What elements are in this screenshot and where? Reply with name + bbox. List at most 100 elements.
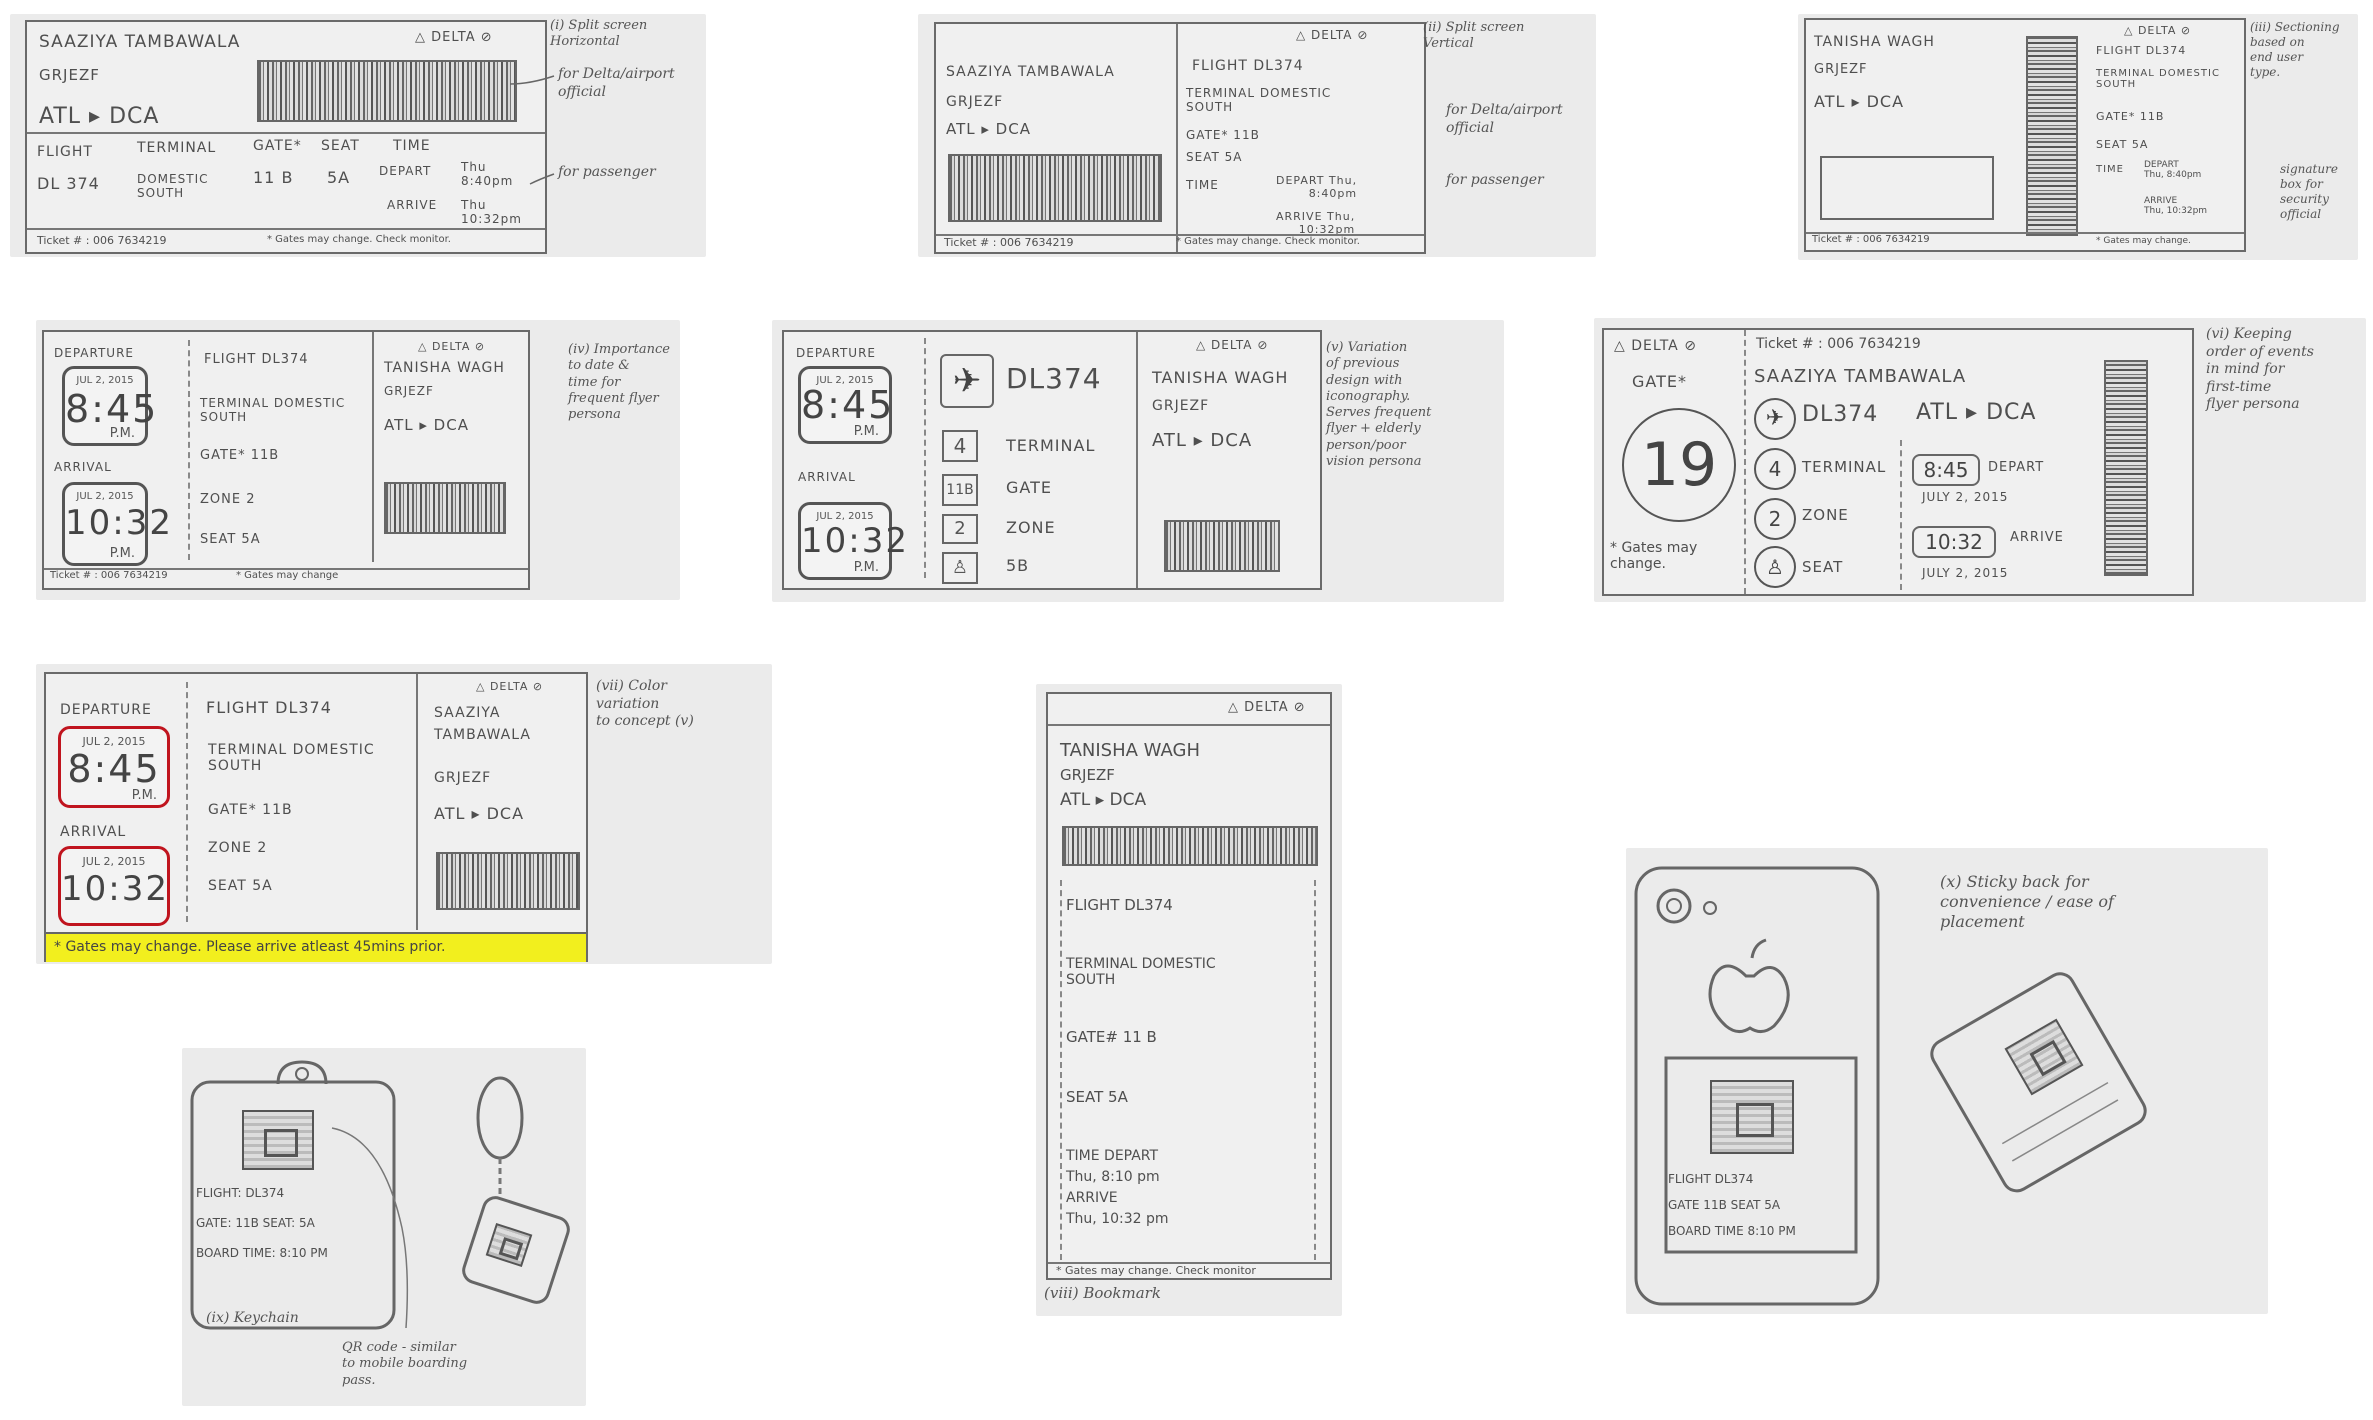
caption: (vi) Keeping order of events in mind for… (2206, 326, 2314, 412)
gate-row: GATE* 11B (200, 448, 280, 463)
gate-notice: * Gates may change. (1610, 540, 1698, 572)
departure-label: DEPARTURE (54, 346, 134, 360)
confirmation-code: GRJEZF (1152, 398, 1210, 414)
arrival-date: JUL 2, 2015 (82, 855, 146, 868)
sketch-bookmark: △ DELTA ⊘ TANISHA WAGH GRJEZF ATL ▸ DCA … (1036, 684, 1342, 1316)
caption: (ix) Keychain (206, 1310, 299, 1326)
divider (372, 332, 374, 562)
departure-pm: P.M. (109, 426, 135, 441)
delta-logo: △ DELTA ⊘ (418, 340, 486, 353)
delta-logo: △ DELTA ⊘ (1228, 700, 1306, 715)
airplane-icon: ✈ (1754, 398, 1796, 440)
passenger-name: SAAZIYA TAMBAWALA (1754, 366, 1967, 387)
ticket-number: Ticket # : 006 7634219 (944, 236, 1074, 249)
boarding-pass-card: DEPARTURE JUL 2, 2015 8:45 P.M. ARRIVAL … (782, 330, 1322, 590)
barcode (384, 482, 506, 534)
terminal-row: TERMINAL DOMESTIC SOUTH (1066, 956, 1216, 988)
flight-number: DL374 (1006, 362, 1102, 395)
arrow-lines (509, 75, 555, 185)
passenger-name: TANISHA WAGH (384, 360, 505, 376)
depart-label: DEPART (1988, 460, 2045, 475)
ticket-number: Ticket # : 006 7634219 (1756, 336, 1921, 352)
delta-logo: △ DELTA ⊘ (1296, 28, 1369, 42)
ticket-number: Ticket # : 006 7634219 (50, 570, 168, 581)
departure-date: JUL 2, 2015 (76, 375, 134, 386)
time-label: TIME (1186, 178, 1219, 192)
delta-logo: △ DELTA ⊘ (1614, 338, 1697, 354)
flight-row: FLIGHT DL374 (2096, 44, 2187, 57)
seat-icon: ♙ (942, 552, 978, 584)
divider (1136, 332, 1138, 588)
caption: (iii) Sectioning based on end user type. (2250, 20, 2340, 79)
passenger-name: TANISHA WAGH (1152, 368, 1289, 387)
bookmark-card: △ DELTA ⊘ TANISHA WAGH GRJEZF ATL ▸ DCA … (1046, 692, 1332, 1280)
sketch-split-horizontal: SAAZIYA TAMBAWALA △ DELTA ⊘ GRJEZF ATL ▸… (10, 14, 706, 257)
arrival-pm: P.M. (853, 560, 879, 575)
arrive-row: ARRIVE Thu, 10:32pm (2144, 196, 2208, 216)
divider (1900, 440, 1902, 590)
perforation-right (1314, 880, 1316, 1260)
time-label: TIME (2096, 164, 2125, 175)
boarding-pass-card: DEPARTURE JUL 2, 2015 8:45 P.M. ARRIVAL … (42, 330, 530, 590)
departure-pm: P.M. (131, 788, 157, 803)
terminal-row: TERMINAL DOMESTIC SOUTH (1186, 86, 1332, 114)
arrival-time-box: JUL 2, 2015 10:32 (58, 846, 170, 926)
departure-time: 8:45 (67, 747, 161, 791)
gate-label: GATE* (1632, 372, 1687, 391)
ticket-number: Ticket # : 006 7634219 (1812, 234, 1930, 245)
time-row: TIME DEPART Thu, 8:10 pm ARRIVE Thu, 10:… (1066, 1148, 1169, 1227)
gate-notice-banner: * Gates may change. Please arrive atleas… (46, 932, 586, 962)
flight-row: FLIGHT: DL374 (196, 1186, 285, 1200)
arrival-pm: P.M. (109, 546, 135, 561)
delta-logo: △ DELTA ⊘ (2124, 24, 2192, 37)
sketch-date-time-importance: DEPARTURE JUL 2, 2015 8:45 P.M. ARRIVAL … (36, 320, 680, 600)
route: ATL ▸ DCA (1152, 430, 1253, 451)
terminal-row: TERMINAL DOMESTIC SOUTH (200, 396, 346, 424)
confirmation-code: GRJEZF (946, 94, 1004, 110)
passenger-name: SAAZIYA TAMBAWALA (434, 705, 531, 744)
barcode (436, 852, 580, 910)
gate-notice: * Gates may change. (2096, 236, 2191, 246)
confirmation-code: GRJEZF (1060, 766, 1115, 784)
caption: (x) Sticky back for convenience / ease o… (1940, 872, 2114, 931)
boarding-pass-card: △ DELTA ⊘ GATE* 19 * Gates may change. T… (1602, 328, 2194, 596)
departure-label: DEPARTURE (796, 346, 876, 360)
seat-label: SEAT (1802, 558, 1844, 576)
flight-number: DL374 (1802, 402, 1879, 427)
gate-notice: * Gates may change (236, 570, 339, 581)
depart-time-box: 8:45 (1912, 454, 1980, 486)
divider (1176, 24, 1178, 252)
arrive-row: ARRIVE Thu, 10:32pm (1276, 210, 1356, 236)
annotation-qr: QR code - similar to mobile boarding pas… (342, 1340, 468, 1388)
zone-icon: 2 (942, 514, 978, 544)
seat-value: 5B (1006, 556, 1030, 575)
arrival-time: 10:32 (801, 521, 909, 561)
depart-row: DEPART Thu, 8:40pm (1276, 174, 1358, 200)
route: ATL ▸ DCA (434, 804, 525, 823)
route: ATL ▸ DCA (1060, 790, 1147, 810)
signature-box (1820, 156, 1994, 220)
arrival-date: JUL 2, 2015 (76, 491, 134, 502)
zone-label: ZONE (1802, 506, 1849, 524)
departure-time: 8:45 (65, 387, 159, 431)
divider (924, 338, 926, 578)
sketch-keychain: FLIGHT: DL374 GATE: 11B SEAT: 5A BOARD T… (182, 1048, 586, 1406)
gate-row: GATE* 11B (2096, 110, 2165, 123)
arrive-time-box: 10:32 (1912, 526, 1996, 558)
perforation-left (1060, 880, 1062, 1260)
boarding-pass-card: DEPARTURE JUL 2, 2015 8:45 P.M. ARRIVAL … (44, 672, 588, 962)
annotation-official: for Delta/airport official (1446, 102, 1563, 136)
barcode (1164, 520, 1280, 572)
caption: (viii) Bookmark (1044, 1284, 1161, 1302)
divider (1744, 330, 1746, 594)
sketch-sectioning: TANISHA WAGH GRJEZF ATL ▸ DCA △ DELTA ⊘ … (1798, 14, 2358, 260)
terminal-icon: 4 (942, 430, 978, 462)
gate-seat-row: GATE: 11B SEAT: 5A (196, 1216, 315, 1230)
caption: (iv) Importance to date & time for frequ… (568, 342, 670, 422)
arrival-label: ARRIVAL (798, 470, 856, 484)
terminal-label: TERMINAL (1006, 436, 1096, 455)
arrival-label: ARRIVAL (54, 460, 112, 474)
terminal-row: TERMINAL DOMESTIC SOUTH (208, 742, 375, 774)
departure-time-box: JUL 2, 2015 8:45 P.M. (62, 366, 159, 446)
passenger-name: SAAZIYA TAMBAWALA (946, 64, 1115, 80)
